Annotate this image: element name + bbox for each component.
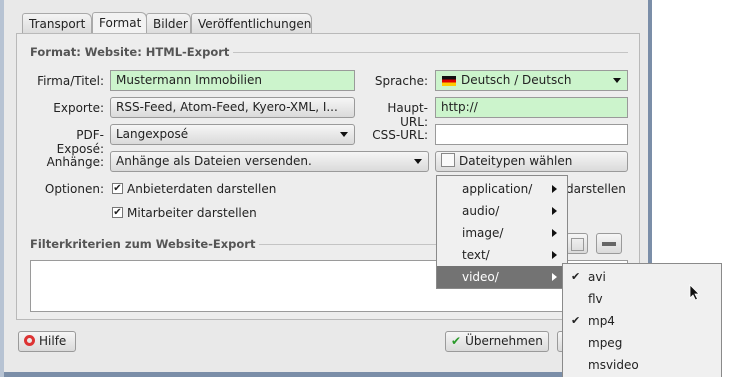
exporte-label: Exporte: bbox=[53, 101, 104, 115]
anbieterdaten-label: Anbieterdaten darstellen bbox=[127, 182, 277, 196]
help-label: Hilfe bbox=[39, 334, 67, 348]
menu-item-label: audio/ bbox=[462, 204, 500, 218]
video-submenu: ✔ avi flv ✔ mp4 mpeg msvideo bbox=[562, 263, 722, 377]
tab-label: Format bbox=[99, 16, 142, 30]
submenu-item-label: msvideo bbox=[588, 358, 639, 372]
remove-filter-button[interactable] bbox=[596, 233, 622, 254]
chevron-right-icon bbox=[552, 251, 557, 259]
haupturl-input[interactable]: http:// bbox=[435, 97, 628, 118]
chevron-right-icon bbox=[552, 273, 557, 281]
mouse-cursor-icon bbox=[689, 284, 700, 301]
anbieterdaten-checkbox[interactable]: ✔ bbox=[112, 183, 123, 194]
option-partial-label: darstellen bbox=[566, 182, 626, 196]
tab-veroeffentlichungen[interactable]: Veröffentlichungen bbox=[191, 13, 312, 33]
firma-label: Firma/Titel: bbox=[37, 74, 104, 88]
sprache-value: Deutsch / Deutsch bbox=[461, 73, 572, 87]
menu-item-label: application/ bbox=[462, 182, 533, 196]
exporte-button[interactable]: RSS-Feed, Atom-Feed, Kyero-XML, I... bbox=[110, 97, 355, 118]
anhaenge-value: Anhänge als Dateien versenden. bbox=[116, 154, 312, 168]
submenu-item-mp4[interactable]: ✔ mp4 bbox=[563, 310, 721, 332]
sprache-label: Sprache: bbox=[374, 74, 428, 88]
menu-item-application[interactable]: application/ bbox=[437, 178, 567, 200]
section-title: Format: Website: HTML-Export bbox=[30, 45, 234, 59]
tab-bilder[interactable]: Bilder bbox=[146, 13, 191, 33]
check-icon: ✔ bbox=[571, 270, 581, 283]
german-flag-icon bbox=[442, 75, 456, 86]
pdf-label: PDF-Exposé: bbox=[56, 128, 104, 156]
tab-format[interactable]: Format bbox=[92, 12, 147, 34]
dateitypen-button[interactable]: Dateitypen wählen bbox=[435, 151, 628, 172]
submenu-item-msvideo[interactable]: msvideo bbox=[563, 354, 721, 376]
firma-input[interactable]: Mustermann Immobilien bbox=[110, 70, 355, 91]
submenu-item-label: flv bbox=[588, 292, 603, 306]
help-button[interactable]: Hilfe bbox=[18, 331, 76, 352]
menu-item-text[interactable]: text/ bbox=[437, 244, 567, 266]
chevron-down-icon bbox=[340, 132, 348, 137]
chevron-right-icon bbox=[552, 185, 557, 193]
menu-item-label: video/ bbox=[462, 270, 499, 284]
pdf-value: Langexposé bbox=[116, 127, 189, 141]
cssurl-label: CSS-URL: bbox=[372, 128, 428, 142]
dateitypen-label: Dateitypen wählen bbox=[459, 154, 573, 168]
submenu-item-mpeg[interactable]: mpeg bbox=[563, 332, 721, 354]
tab-label: Veröffentlichungen bbox=[198, 17, 312, 31]
menu-item-label: text/ bbox=[462, 248, 490, 262]
haupturl-label: Haupt-URL: bbox=[387, 101, 428, 129]
edit-filter-button[interactable] bbox=[566, 233, 588, 254]
minus-icon bbox=[602, 242, 616, 246]
tab-label: Bilder bbox=[153, 17, 188, 31]
apply-label: Übernehmen bbox=[465, 334, 543, 348]
mime-menu: application/ audio/ image/ text/ video/ bbox=[436, 175, 568, 289]
apply-button[interactable]: ✔ Übernehmen bbox=[445, 331, 549, 352]
menu-item-label: image/ bbox=[462, 226, 504, 240]
tab-transport[interactable]: Transport bbox=[22, 13, 92, 33]
chevron-down-icon bbox=[613, 78, 621, 83]
chevron-right-icon bbox=[552, 229, 557, 237]
chevron-right-icon bbox=[552, 207, 557, 215]
tab-label: Transport bbox=[29, 17, 86, 31]
anhaenge-label: Anhänge: bbox=[46, 155, 104, 169]
pencil-icon bbox=[570, 238, 584, 251]
lifebuoy-icon bbox=[24, 335, 35, 346]
sprache-select[interactable]: Deutsch / Deutsch bbox=[435, 70, 628, 91]
submenu-item-label: avi bbox=[588, 270, 606, 284]
mitarbeiter-checkbox[interactable]: ✔ bbox=[112, 207, 123, 218]
optionen-label: Optionen: bbox=[44, 182, 104, 196]
menu-item-image[interactable]: image/ bbox=[437, 222, 567, 244]
checkmark-icon: ✔ bbox=[451, 334, 462, 348]
chevron-down-icon bbox=[414, 159, 422, 164]
filter-title: Filterkriterien zum Website-Export bbox=[30, 237, 260, 251]
cssurl-input[interactable] bbox=[435, 124, 628, 145]
submenu-item-label: mp4 bbox=[588, 314, 615, 328]
anhaenge-select[interactable]: Anhänge als Dateien versenden. bbox=[110, 151, 429, 172]
check-icon: ✔ bbox=[571, 314, 581, 327]
mitarbeiter-label: Mitarbeiter darstellen bbox=[127, 206, 257, 220]
pencil-icon bbox=[441, 153, 455, 167]
menu-item-audio[interactable]: audio/ bbox=[437, 200, 567, 222]
menu-item-video[interactable]: video/ bbox=[437, 266, 567, 288]
pdf-select[interactable]: Langexposé bbox=[110, 124, 355, 145]
submenu-item-label: mpeg bbox=[588, 336, 623, 350]
